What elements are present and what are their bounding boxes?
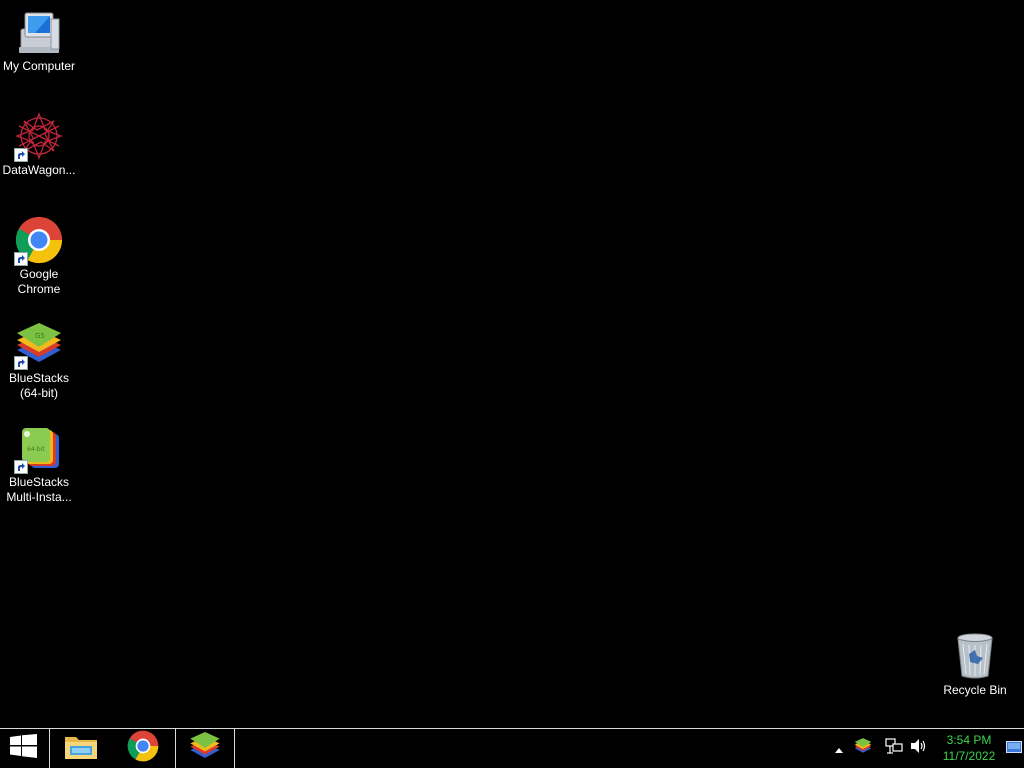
taskbar-bluestacks-button[interactable] <box>176 729 234 768</box>
tray-bluestacks-button[interactable] <box>852 729 874 768</box>
windows-start-icon <box>10 734 38 763</box>
recycle-bin-icon <box>949 630 1001 682</box>
shortcut-arrow-icon <box>14 460 28 474</box>
shortcut-arrow-icon <box>14 148 28 162</box>
chrome-icon <box>13 214 65 266</box>
bluestacks-icon <box>189 730 221 767</box>
tray-volume-button[interactable] <box>908 729 930 768</box>
start-button[interactable] <box>0 729 48 768</box>
taskbar-chrome-button[interactable] <box>112 729 174 768</box>
tray-clock[interactable]: 3:54 PM 11/7/2022 <box>930 732 1008 764</box>
show-hidden-icons-button[interactable] <box>830 729 848 768</box>
network-icon <box>885 738 903 759</box>
svg-text:64-bit: 64-bit <box>27 446 45 453</box>
desktop-icon-label: BlueStacks (64-bit) <box>8 371 70 400</box>
bluestacks-icon: G5 <box>13 318 65 370</box>
clock-time: 3:54 PM <box>946 733 992 747</box>
bluestacks-multi-instance-icon: 64-bit <box>13 422 65 474</box>
desktop-icon-bluestacks[interactable]: G5 BlueStacks (64-bit) <box>0 318 78 401</box>
file-explorer-icon <box>63 731 99 766</box>
tray-network-button[interactable] <box>882 729 906 768</box>
desktop-icon-label: Google Chrome <box>17 267 61 296</box>
computer-icon <box>13 6 65 58</box>
svg-text:G5: G5 <box>35 332 45 340</box>
desktop-icon-my-computer[interactable]: My Computer <box>0 6 78 74</box>
desktop-icon-label: DataWagon... <box>2 163 76 177</box>
show-hidden-icons-chevron-icon <box>835 740 843 758</box>
clock-date: 11/7/2022 <box>942 749 996 763</box>
desktop-icon-bluestacks-multi-instance[interactable]: 64-bit BlueStacks Multi-Insta... <box>0 422 78 505</box>
desktop-icon-google-chrome[interactable]: Google Chrome <box>0 214 78 297</box>
datawagon-icon <box>13 110 65 162</box>
chrome-icon <box>127 730 159 767</box>
taskbar-divider <box>234 729 235 768</box>
desktop-icon-datawagon[interactable]: DataWagon... <box>0 110 78 178</box>
shortcut-arrow-icon <box>14 252 28 266</box>
desktop-icon-recycle-bin[interactable]: Recycle Bin <box>936 630 1014 698</box>
desktop-icon-label: Recycle Bin <box>943 683 1007 697</box>
desktop-icon-label: BlueStacks Multi-Insta... <box>6 475 72 504</box>
taskbar-file-explorer-button[interactable] <box>50 729 112 768</box>
show-desktop-button[interactable] <box>1004 729 1024 768</box>
taskbar: 3:54 PM 11/7/2022 <box>0 728 1024 768</box>
shortcut-arrow-icon <box>14 356 28 370</box>
volume-icon <box>910 738 928 759</box>
bluestacks-tray-icon <box>854 737 872 760</box>
desktop-icon-label: My Computer <box>2 59 76 73</box>
desktop[interactable]: My Computer DataWagon... Google Chrome G… <box>0 0 1024 728</box>
show-desktop-icon <box>1006 740 1022 758</box>
